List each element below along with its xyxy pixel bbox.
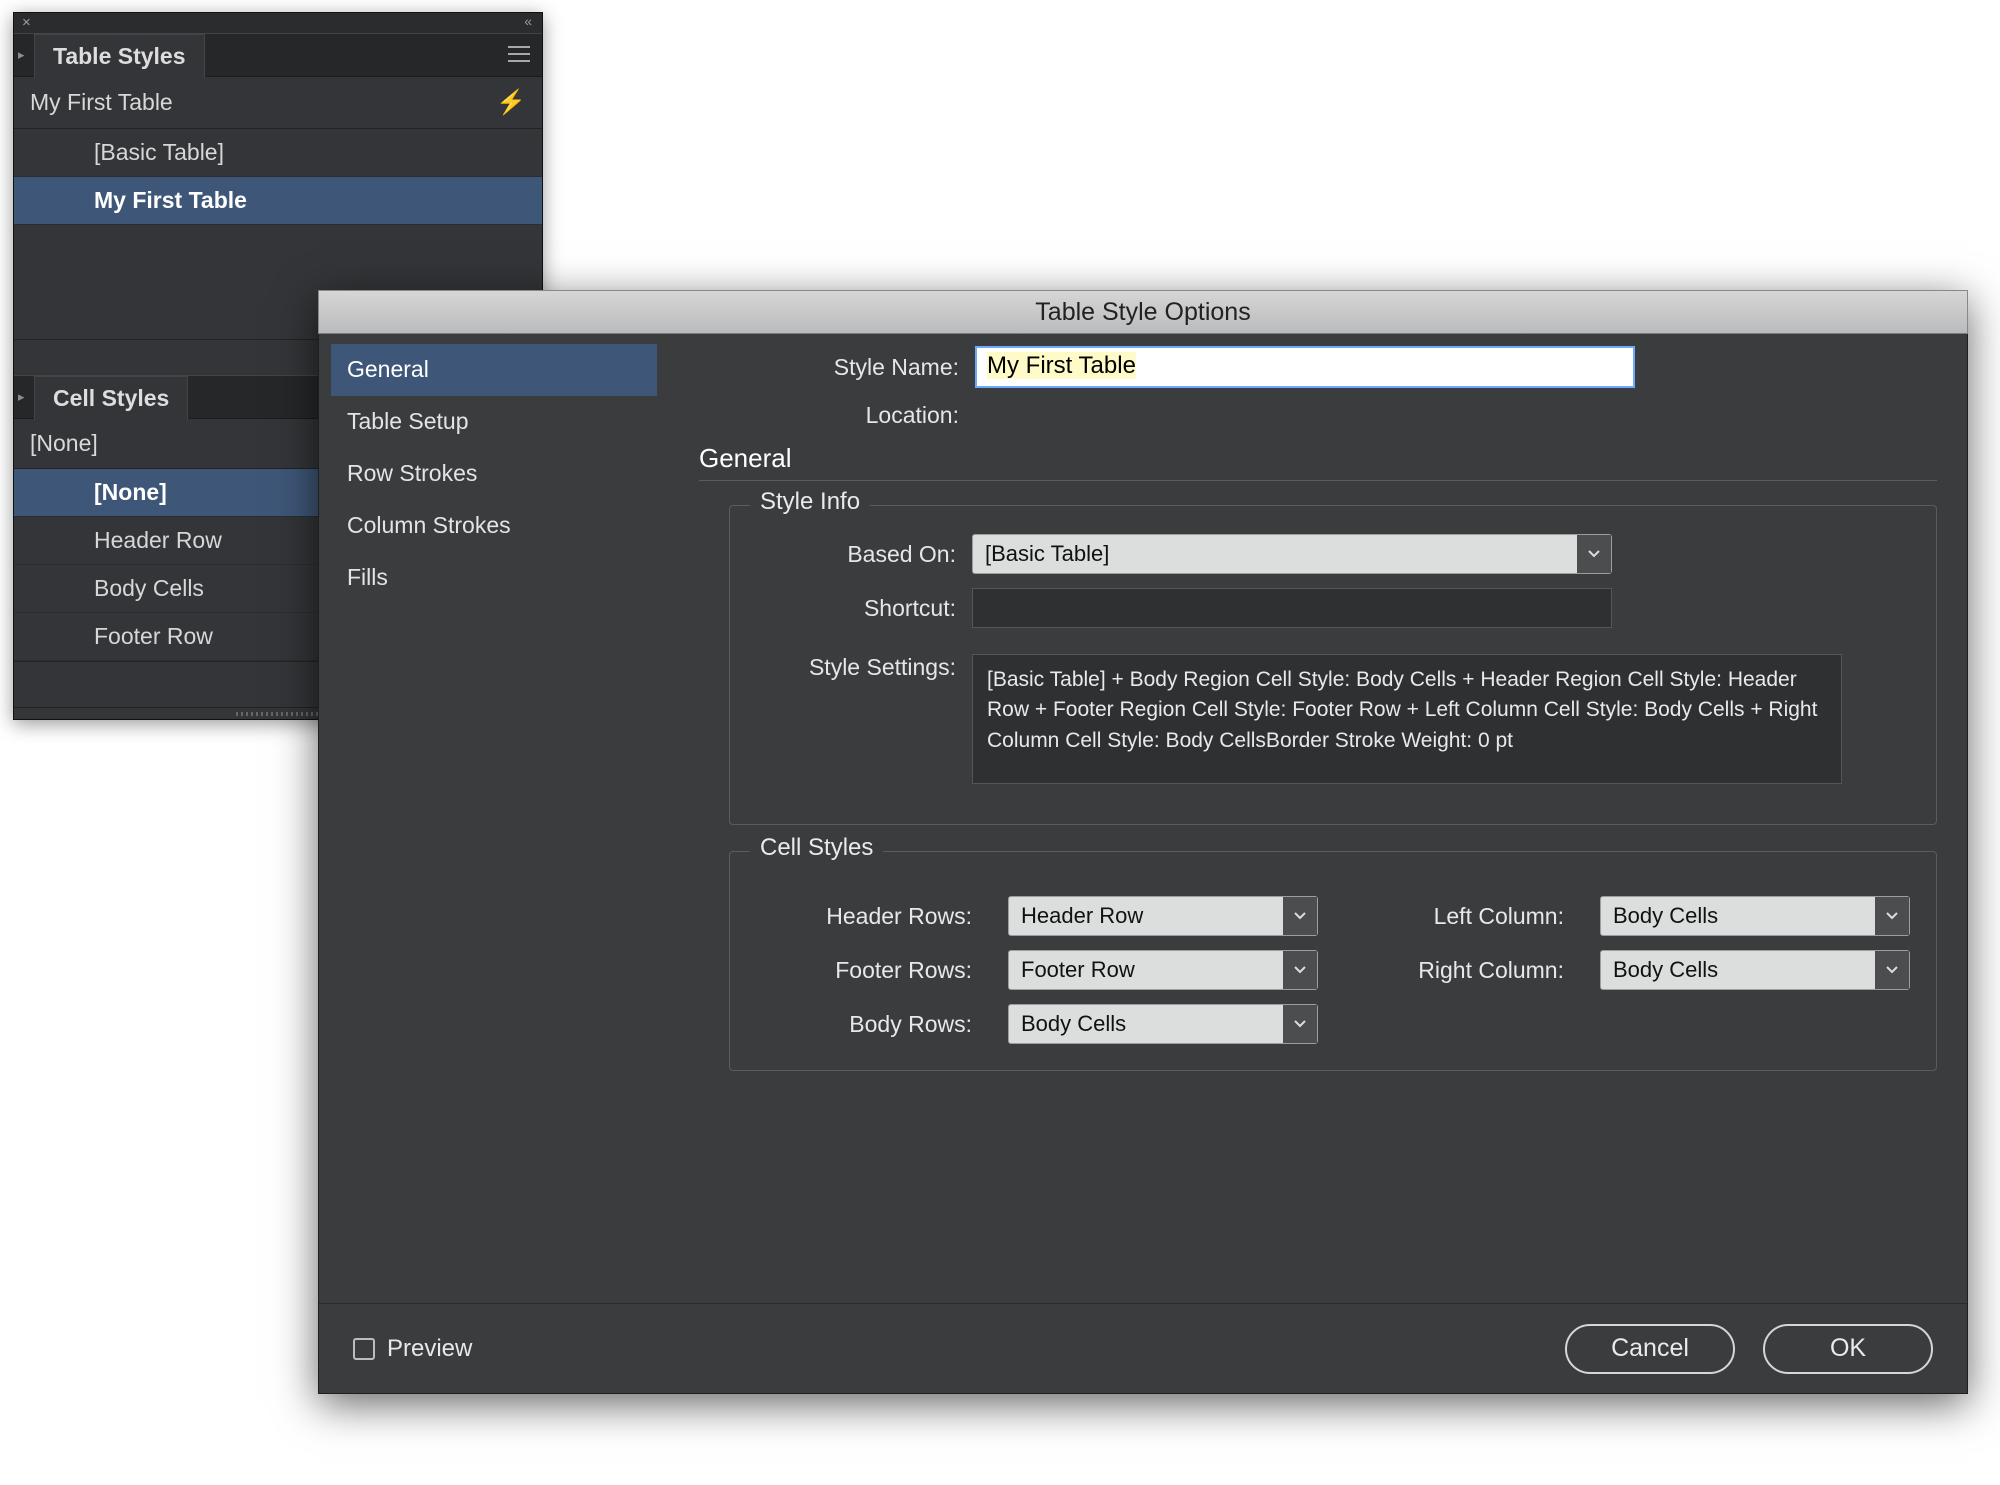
collapse-icon[interactable]: «: [524, 13, 534, 29]
dialog-titlebar[interactable]: Table Style Options: [318, 290, 1968, 334]
sidenav-table-setup[interactable]: Table Setup: [331, 396, 657, 448]
list-item[interactable]: [Basic Table]: [14, 129, 542, 177]
left-column-label: Left Column:: [1348, 903, 1570, 930]
cell-styles-fieldset: Cell Styles Header Rows: Header Row Left…: [729, 851, 1937, 1071]
preview-checkbox[interactable]: Preview: [353, 1335, 472, 1363]
shortcut-label: Shortcut:: [756, 595, 956, 622]
right-column-label: Right Column:: [1348, 957, 1570, 984]
based-on-select[interactable]: [Basic Table]: [972, 534, 1612, 574]
ok-button[interactable]: OK: [1763, 1324, 1933, 1374]
table-styles-current: My First Table ⚡: [14, 77, 542, 129]
style-info-fieldset: Style Info Based On: [Basic Table] Short…: [729, 505, 1937, 825]
cancel-button[interactable]: Cancel: [1565, 1324, 1735, 1374]
chevron-down-icon: [1283, 951, 1317, 989]
tab-cell-styles[interactable]: Cell Styles: [34, 376, 188, 420]
close-icon[interactable]: ×: [22, 14, 31, 31]
body-rows-label: Body Rows:: [756, 1011, 978, 1038]
header-rows-label: Header Rows:: [756, 903, 978, 930]
sidenav-row-strokes[interactable]: Row Strokes: [331, 448, 657, 500]
current-table-style-label: My First Table: [30, 89, 173, 116]
chevron-down-icon: [1283, 897, 1317, 935]
section-heading: General: [699, 443, 1937, 474]
table-styles-tabstrip: ▸ Table Styles: [14, 33, 542, 77]
panel-topbar: × «: [14, 13, 542, 33]
dialog-main: Style Name: My First Table Location: Gen…: [669, 334, 1967, 1393]
footer-rows-select[interactable]: Footer Row: [1008, 950, 1318, 990]
sidenav-fills[interactable]: Fills: [331, 552, 657, 604]
chevron-down-icon: [1577, 535, 1611, 573]
left-column-select[interactable]: Body Cells: [1600, 896, 1910, 936]
chevron-down-icon: [1875, 897, 1909, 935]
cell-styles-legend: Cell Styles: [750, 834, 883, 862]
body-rows-select[interactable]: Body Cells: [1008, 1004, 1318, 1044]
chevron-down-icon: [1283, 1005, 1317, 1043]
preview-label: Preview: [387, 1335, 472, 1363]
footer-rows-label: Footer Rows:: [756, 957, 978, 984]
list-item[interactable]: My First Table: [14, 177, 542, 225]
dialog-title: Table Style Options: [1035, 298, 1250, 327]
dialog-body: General Table Setup Row Strokes Column S…: [318, 334, 1968, 1394]
dialog-footer: Preview Cancel OK: [319, 1303, 1967, 1393]
tab-table-styles[interactable]: Table Styles: [34, 34, 205, 78]
sidenav-general[interactable]: General: [331, 344, 657, 396]
style-settings-label: Style Settings:: [756, 654, 956, 681]
table-style-options-dialog: Table Style Options General Table Setup …: [318, 290, 1968, 1394]
chevron-down-icon: [1875, 951, 1909, 989]
shortcut-input[interactable]: [972, 588, 1612, 628]
current-cell-style-label: [None]: [30, 430, 98, 457]
right-column-select[interactable]: Body Cells: [1600, 950, 1910, 990]
style-settings-readout: [Basic Table] + Body Region Cell Style: …: [972, 654, 1842, 784]
style-name-input[interactable]: My First Table: [975, 346, 1635, 388]
sidenav-column-strokes[interactable]: Column Strokes: [331, 500, 657, 552]
location-label: Location:: [699, 402, 959, 429]
grip-icon[interactable]: ▸: [18, 47, 25, 63]
style-name-label: Style Name:: [699, 354, 959, 381]
panel-menu-icon[interactable]: [508, 46, 530, 62]
based-on-label: Based On:: [756, 541, 956, 568]
header-rows-select[interactable]: Header Row: [1008, 896, 1318, 936]
divider: [699, 480, 1937, 481]
quick-apply-icon[interactable]: ⚡: [496, 88, 526, 117]
dialog-sidenav: General Table Setup Row Strokes Column S…: [319, 334, 669, 1393]
style-info-legend: Style Info: [750, 488, 870, 516]
grip-icon[interactable]: ▸: [18, 389, 25, 405]
